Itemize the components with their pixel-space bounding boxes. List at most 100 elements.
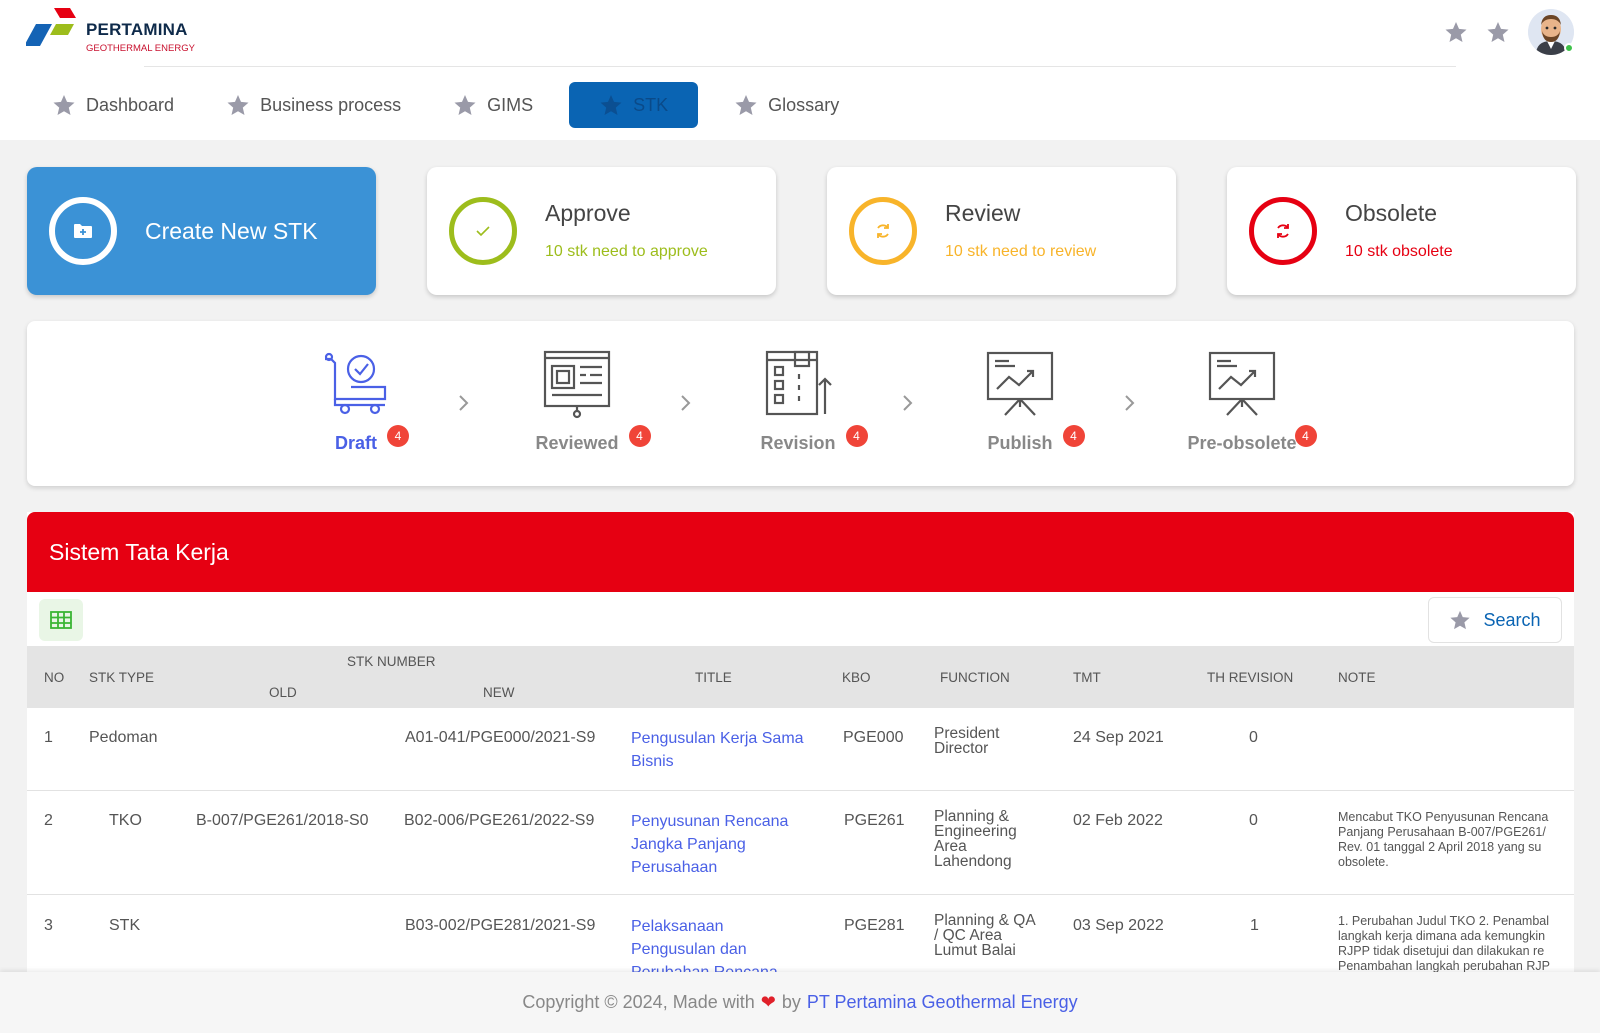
document-board-icon [543,350,611,419]
col-th-revision: TH REVISION [1207,670,1294,685]
heart-icon: ❤ [760,992,776,1012]
obsolete-subtitle: 10 stk obsolete [1345,243,1453,260]
function-line: Lahendong [934,853,1012,870]
cell-th-revision: 0 [1249,729,1258,746]
presentation-chart-icon [1208,351,1276,416]
pertamina-logo[interactable]: PERTAMINA GEOTHERMAL ENERGY [26,8,206,58]
table-row[interactable]: 1 Pedoman A01-041/PGE000/2021-S9 Pengusu… [27,708,1574,791]
function-line: / QC Area [934,927,1003,944]
chevron-right-icon [457,393,471,413]
cell-stk-type: STK [109,917,141,934]
check-icon [449,197,517,265]
footer-copyright: Copyright © 2024, Made with [522,992,755,1012]
col-stk-number: STK NUMBER [347,654,436,669]
note-line: Mencabut TKO Penyusunan Rencana [1338,810,1549,824]
cell-function: Planning & Engineering Area Lahendong [934,808,1017,870]
cell-kbo: PGE261 [844,812,905,829]
refresh-icon [1249,197,1317,265]
cell-function: President Director [934,726,999,757]
cell-tmt: 24 Sep 2021 [1073,729,1164,746]
col-tmt: TMT [1073,670,1101,685]
footer-by: by [781,992,801,1012]
grid-icon [50,611,72,629]
nav-item-business-process[interactable]: Business process [200,82,427,128]
step-label: Publish 4 [987,425,1085,454]
cell-note: Mencabut TKO Penyusunan Rencana Panjang … [1338,810,1574,870]
nav-item-glossary[interactable]: Glossary [708,82,865,128]
table-body: 1 Pedoman A01-041/PGE000/2021-S9 Pengusu… [27,708,1574,972]
footer: Copyright © 2024, Made with ❤ by PT Pert… [0,972,1600,1033]
approve-title: Approve [545,200,631,226]
table-row[interactable]: 2 TKO B-007/PGE261/2018-S0 B02-006/PGE26… [27,791,1574,895]
cell-kbo: PGE000 [843,729,904,746]
presentation-chart-icon [986,351,1054,416]
step-count-badge: 4 [628,425,651,447]
col-note: NOTE [1338,670,1376,685]
function-line: Planning & [934,808,1009,825]
col-stk-type: STK TYPE [89,670,155,685]
footer-company-link[interactable]: PT Pertamina Geothermal Energy [807,992,1078,1013]
cell-title-link[interactable]: Pengusulan Kerja Sama Bisnis [631,727,804,773]
star-icon [227,95,249,115]
cell-title-link[interactable]: Pelaksanaan Pengusulan dan Perubahan Ren… [631,915,778,972]
obsolete-card[interactable]: Obsolete 10 stk obsolete [1227,167,1576,295]
approve-card[interactable]: Approve 10 stk need to approve [427,167,776,295]
create-new-stk-button[interactable]: Create New STK [27,167,376,295]
brand-name: PERTAMINA [86,20,188,39]
step-count-badge: 4 [1062,425,1085,447]
nav-item-gims[interactable]: GIMS [427,82,559,128]
pertamina-logo-mark [26,8,76,46]
grid-view-button[interactable] [39,599,83,641]
cell-no: 2 [44,812,53,829]
title-line: Pengusulan dan [631,941,747,958]
star-icon [600,95,622,115]
cell-title-link[interactable]: Penyusunan Rencana Jangka Panjang Perusa… [631,810,788,879]
function-line: Planning & QA [934,912,1036,929]
review-card[interactable]: Review 10 stk need to review [827,167,1176,295]
review-subtitle: 10 stk need to review [945,243,1097,260]
step-label: Revision 4 [760,425,868,454]
step-label: Draft 4 [335,425,409,454]
building-revision-icon [765,350,832,416]
col-kbo: KBO [842,670,871,685]
table-toolbar: Search [27,592,1574,646]
star-icon[interactable] [1444,20,1468,44]
step-revision[interactable]: Revision 4 [718,349,878,454]
search-button[interactable]: Search [1428,597,1562,643]
step-reviewed[interactable]: Reviewed 4 [497,349,657,454]
step-label: Reviewed 4 [535,425,651,454]
cell-tmt: 02 Feb 2022 [1073,812,1163,829]
col-function: FUNCTION [940,670,1010,685]
cell-no: 1 [44,729,53,746]
nav-label: STK [633,94,669,115]
cell-stk-type: TKO [109,812,142,829]
note-line: RJPP tidak disetujui dan dilakukan re [1338,944,1545,958]
avatar[interactable] [1528,9,1574,55]
cell-kbo: PGE281 [844,917,905,934]
function-line: Area [934,838,967,855]
star-icon [1450,610,1471,630]
cell-no: 3 [44,917,53,934]
logo-text: PERTAMINA GEOTHERMAL ENERGY [86,20,195,54]
note-line: 1. Perubahan Judul TKO 2. Penambal [1338,914,1550,928]
obsolete-title: Obsolete [1345,200,1438,226]
step-pre-obsolete[interactable]: Pre-obsolete 4 [1162,349,1322,454]
function-line: Director [934,740,989,757]
stk-table-panel: Sistem Tata Kerja Search NO STK TYPE STK… [27,512,1574,972]
nav-item-stk[interactable]: STK [569,82,699,128]
function-line: Engineering [934,823,1017,840]
nav-label: Dashboard [86,94,175,115]
table-header: NO STK TYPE STK NUMBER OLD NEW TITLE KBO… [27,646,1574,708]
nav-label: Business process [260,94,402,115]
nav-item-dashboard[interactable]: Dashboard [26,82,200,128]
nav-label: GIMS [487,94,534,115]
table-row[interactable]: 3 STK B03-002/PGE281/2021-S9 Pelaksanaan… [27,895,1574,972]
online-status-dot [1564,43,1574,53]
chevron-right-icon [901,393,915,413]
step-draft[interactable]: Draft 4 [276,349,436,454]
star-icon [735,95,757,115]
step-publish[interactable]: Publish 4 [940,349,1100,454]
cell-old-number: B-007/PGE261/2018-S0 [196,812,369,829]
star-icon[interactable] [1486,20,1510,44]
note-line: Penambahan langkah perubahan RJP [1338,959,1550,972]
